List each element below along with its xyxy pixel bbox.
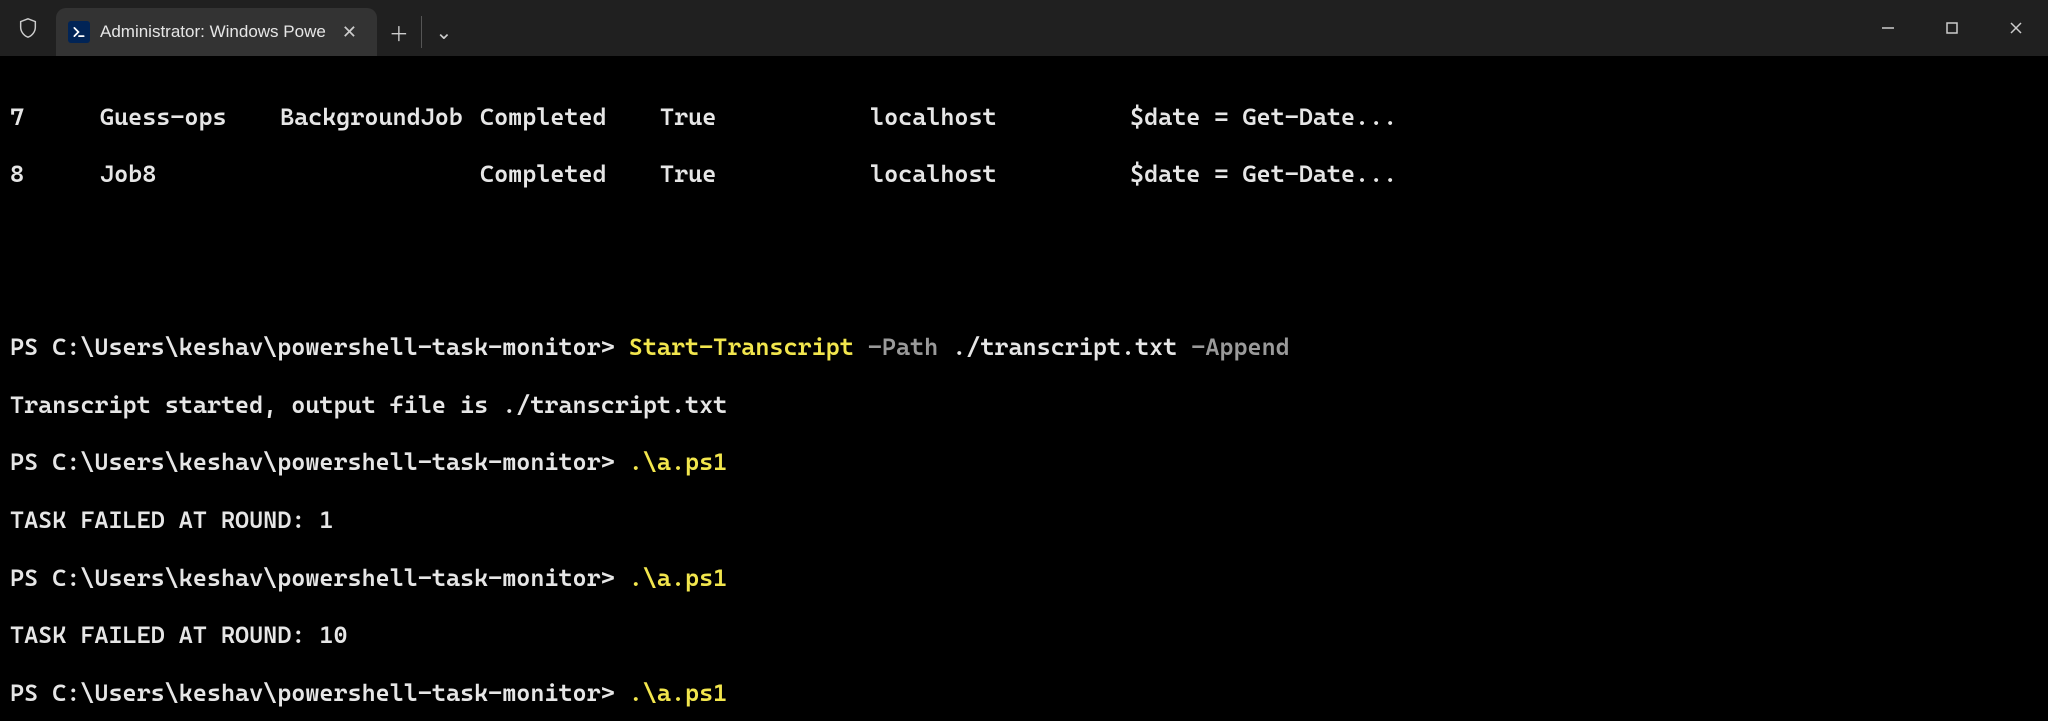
window-controls bbox=[1856, 0, 2048, 56]
prompt-line: PS C:\Users\keshav\powershell-task-monit… bbox=[10, 679, 2038, 708]
terminal-output[interactable]: 7Guess-opsBackgroundJobCompletedTrueloca… bbox=[0, 56, 2048, 721]
active-tab[interactable]: Administrator: Windows Powe ✕ bbox=[56, 8, 377, 56]
job-row: 8Job8CompletedTruelocalhost$date = Get-D… bbox=[10, 160, 2038, 189]
tab-title: Administrator: Windows Powe bbox=[100, 22, 326, 42]
prompt-line: PS C:\Users\keshav\powershell-task-monit… bbox=[10, 448, 2038, 477]
close-tab-button[interactable]: ✕ bbox=[336, 20, 363, 45]
titlebar: Administrator: Windows Powe ✕ ＋ ⌄ bbox=[0, 0, 2048, 56]
prompt-line: PS C:\Users\keshav\powershell-task-monit… bbox=[10, 564, 2038, 593]
powershell-icon bbox=[68, 21, 90, 43]
job-row: 7Guess-opsBackgroundJobCompletedTrueloca… bbox=[10, 103, 2038, 132]
output-line: TASK FAILED AT ROUND: 1 bbox=[10, 506, 2038, 535]
output-line: Transcript started, output file is ./tra… bbox=[10, 391, 2038, 420]
minimize-button[interactable] bbox=[1856, 0, 1920, 56]
tab-dropdown-button[interactable]: ⌄ bbox=[422, 8, 466, 56]
close-window-button[interactable] bbox=[1984, 0, 2048, 56]
titlebar-drag-region[interactable] bbox=[466, 0, 1856, 56]
new-tab-button[interactable]: ＋ bbox=[377, 8, 421, 56]
prompt-line: PS C:\Users\keshav\powershell-task-monit… bbox=[10, 333, 2038, 362]
output-line: TASK FAILED AT ROUND: 10 bbox=[10, 621, 2038, 650]
shield-icon bbox=[0, 0, 56, 56]
maximize-button[interactable] bbox=[1920, 0, 1984, 56]
